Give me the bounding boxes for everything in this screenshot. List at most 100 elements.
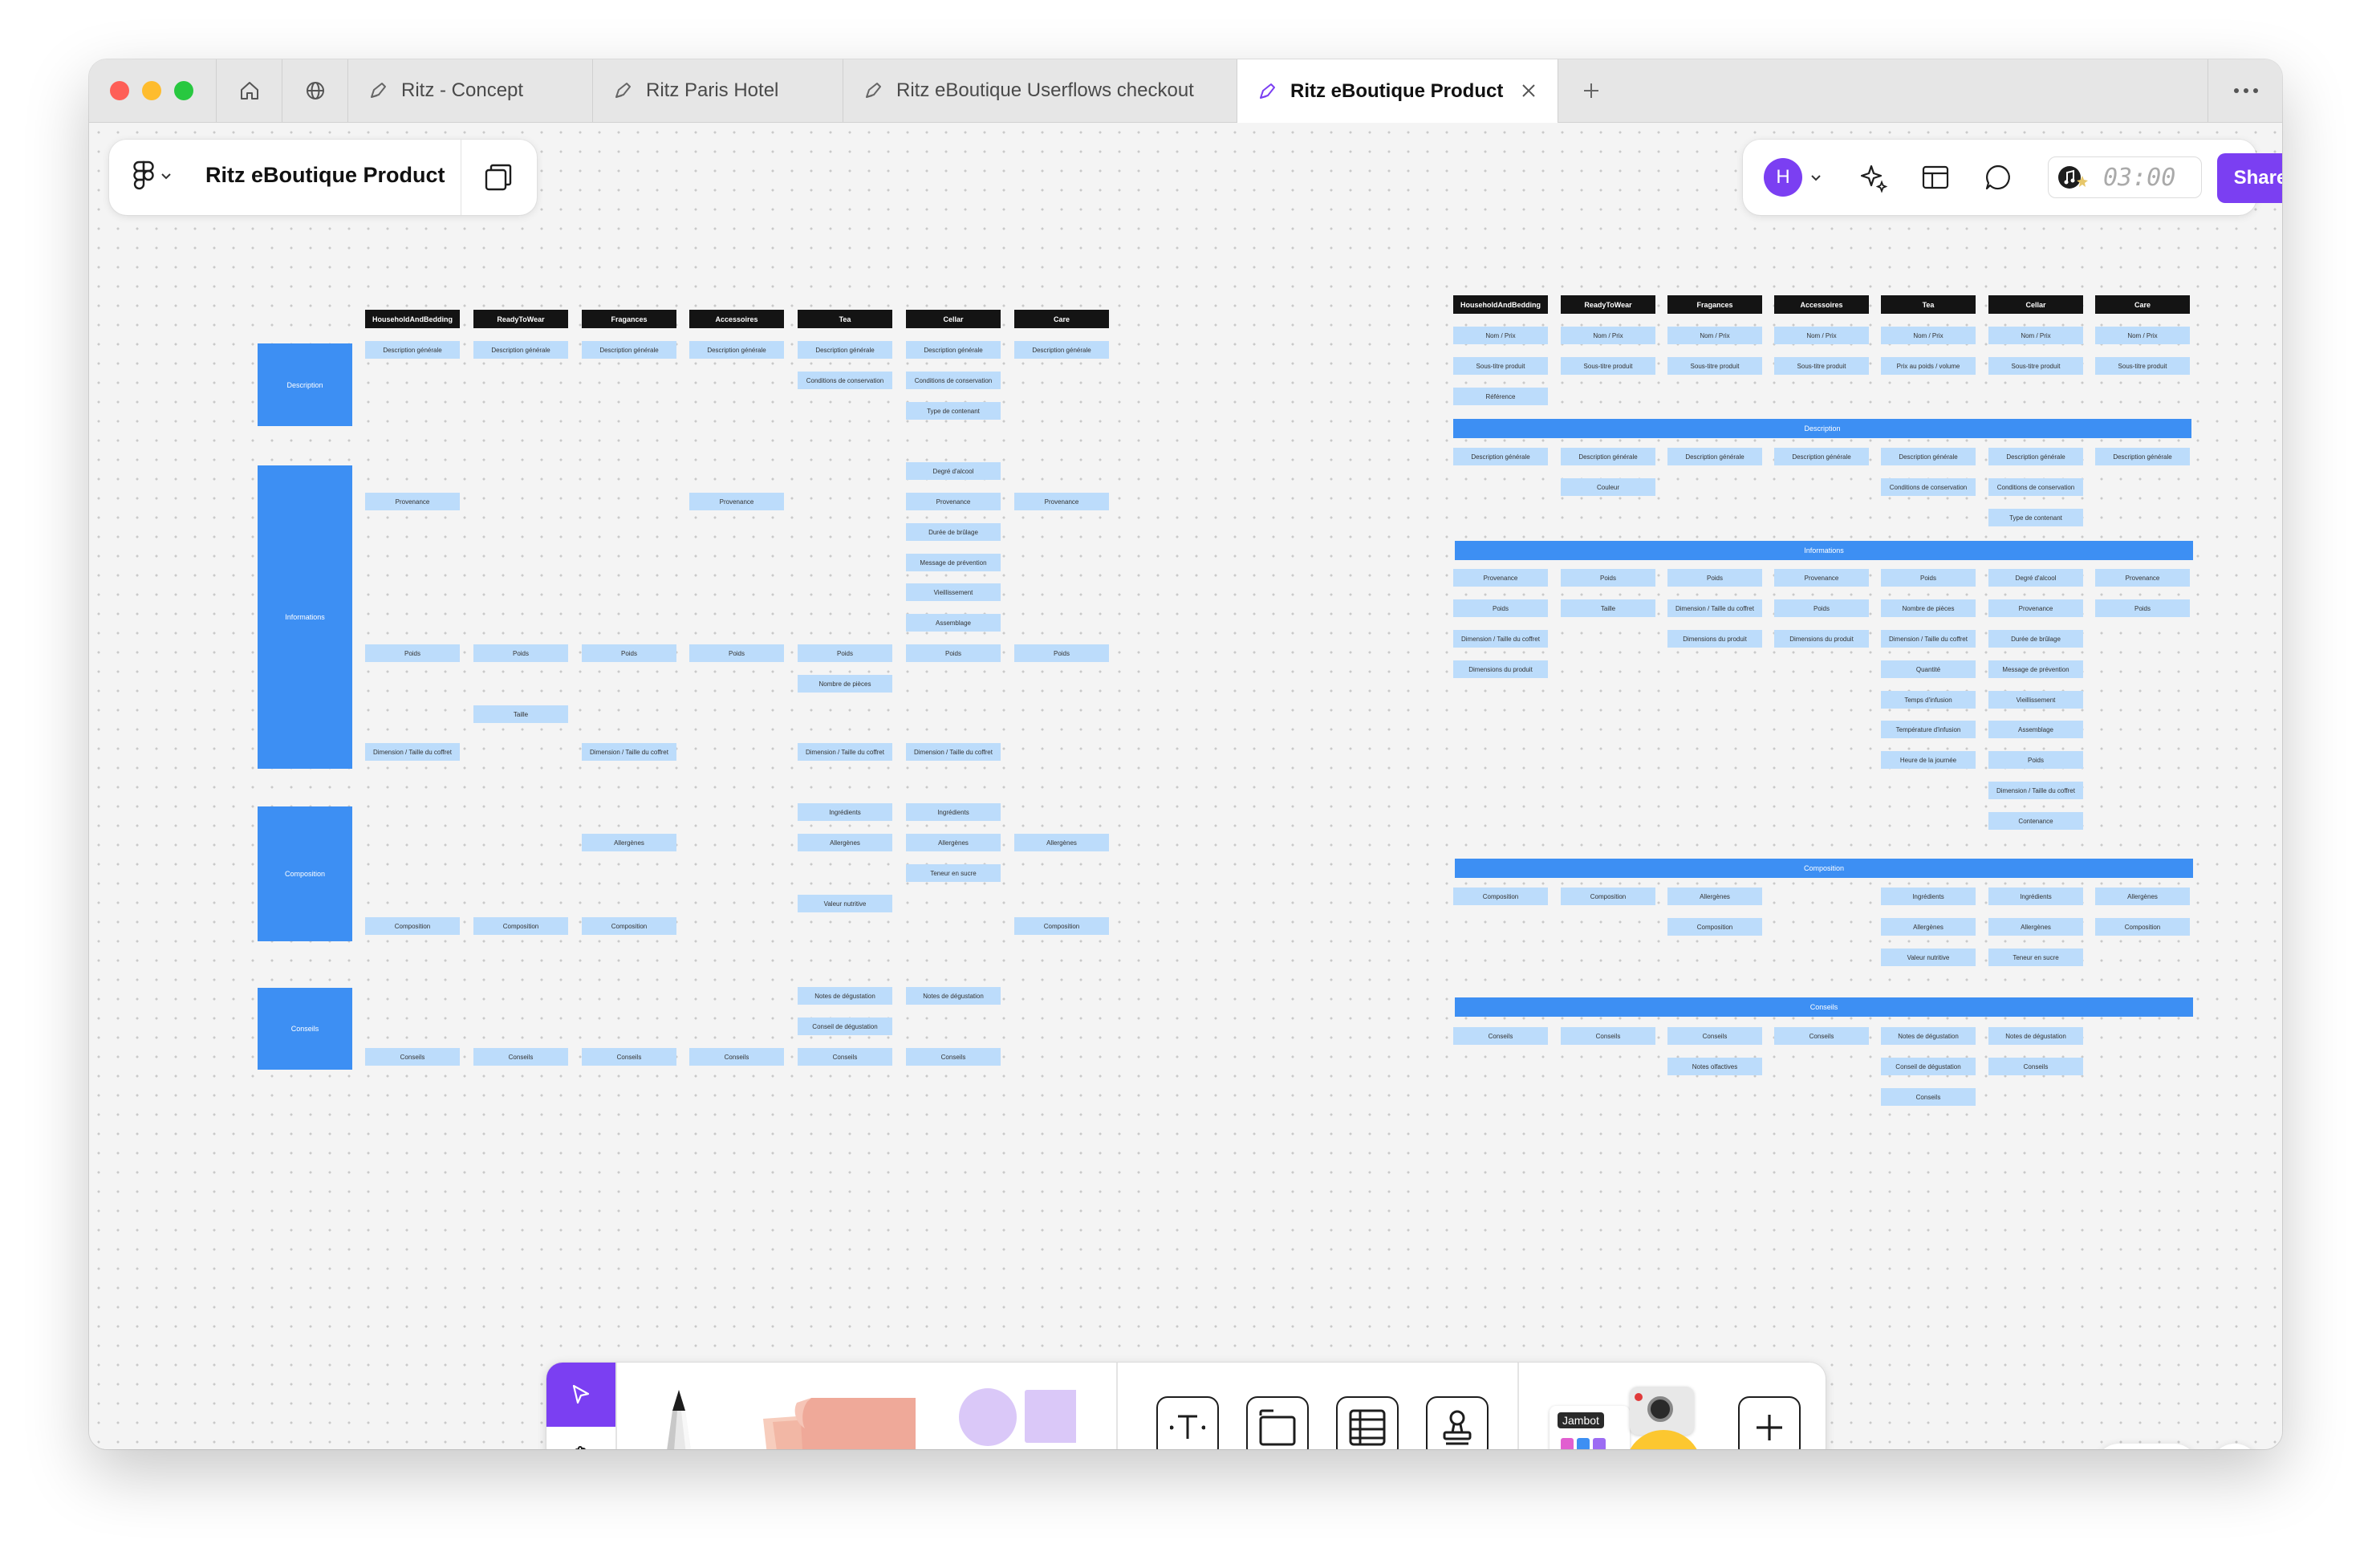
avatar[interactable]: H xyxy=(1764,158,1802,197)
sticky-cell[interactable]: Conseils xyxy=(582,1048,676,1066)
pages-button[interactable] xyxy=(483,162,514,193)
sticky-cell[interactable]: Composition xyxy=(1561,888,1655,905)
timer-button[interactable]: 03:00 xyxy=(2048,156,2202,198)
tab-ritz-concept[interactable]: Ritz - Concept xyxy=(347,59,592,122)
main-menu-button[interactable] xyxy=(133,160,172,191)
move-tool-button[interactable] xyxy=(546,1363,615,1427)
sticky-cell[interactable]: Description générale xyxy=(1988,448,2083,465)
sticky-cell[interactable]: Composition xyxy=(473,917,568,935)
sticky-cell[interactable]: Message de prévention xyxy=(906,554,1001,571)
sticky-cell[interactable]: Conseil de dégustation xyxy=(1881,1058,1976,1075)
sticky-cell[interactable]: Poids xyxy=(1988,751,2083,769)
sticky-cell[interactable]: Référence xyxy=(1453,388,1548,405)
sticky-cell[interactable]: Allergènes xyxy=(582,834,676,851)
sticky-cell[interactable]: Conseils xyxy=(473,1048,568,1066)
sticky-cell[interactable]: Nom / Prix xyxy=(1561,327,1655,344)
sticky-cell[interactable]: Nom / Prix xyxy=(2095,327,2190,344)
tab-ritz-eboutique-userflows[interactable]: Ritz eBoutique Userflows checkout xyxy=(843,59,1237,122)
hand-tool-button[interactable] xyxy=(546,1427,615,1449)
section-tool-button[interactable] xyxy=(1246,1396,1309,1449)
sticky-cell[interactable]: Conditions de conservation xyxy=(1881,478,1976,496)
sticky-cell[interactable]: Allergènes xyxy=(2095,888,2190,905)
sticky-cell[interactable]: Allergènes xyxy=(1881,918,1976,936)
sticky-cell[interactable]: Durée de brûlage xyxy=(906,523,1001,541)
board-canvas[interactable]: Ritz eBoutique Product H 03:00 Share Hou… xyxy=(89,123,2282,1449)
sticky-cell[interactable]: Dimension / Taille du coffret xyxy=(1667,599,1762,617)
sticky-cell[interactable]: Nom / Prix xyxy=(1988,327,2083,344)
sticky-cell[interactable]: Quantité xyxy=(1881,660,1976,678)
file-title[interactable]: Ritz eBoutique Product xyxy=(205,163,445,188)
sticky-cell[interactable]: Description générale xyxy=(1774,448,1869,465)
sticky-cell[interactable]: Dimensions du produit xyxy=(1667,630,1762,648)
close-window-button[interactable] xyxy=(110,81,129,100)
sticky-cell[interactable]: Composition xyxy=(1667,918,1762,936)
sticky-cell[interactable]: Sous-titre produit xyxy=(1667,357,1762,375)
sticky-cell[interactable]: Heure de la journée xyxy=(1881,751,1976,769)
marker-tool-button[interactable] xyxy=(655,1387,703,1449)
table-tool-button[interactable] xyxy=(1336,1396,1399,1449)
sticky-cell[interactable]: Notes olfactives xyxy=(1667,1058,1762,1075)
sticky-cell[interactable]: Description générale xyxy=(906,341,1001,359)
sticky-cell[interactable]: Ingrédients xyxy=(798,803,892,821)
sticky-cell[interactable]: Provenance xyxy=(1988,599,2083,617)
more-options-button[interactable] xyxy=(2208,59,2282,122)
sticky-note-tool-button[interactable] xyxy=(755,1387,920,1449)
sticky-cell[interactable]: Allergènes xyxy=(906,834,1001,851)
sticky-cell[interactable]: Composition xyxy=(1014,917,1109,935)
sticky-cell[interactable]: Degré d'alcool xyxy=(906,462,1001,480)
sticky-cell[interactable]: Conditions de conservation xyxy=(1988,478,2083,496)
sticky-cell[interactable]: Conseils xyxy=(1453,1027,1548,1045)
sticky-cell[interactable]: Provenance xyxy=(2095,569,2190,587)
sticky-cell[interactable]: Conseils xyxy=(1881,1088,1976,1106)
sticky-cell[interactable]: Description générale xyxy=(1881,448,1976,465)
sticky-cell[interactable]: Poids xyxy=(1881,569,1976,587)
sticky-cell[interactable]: Conseils xyxy=(1774,1027,1869,1045)
sticky-cell[interactable]: Description générale xyxy=(582,341,676,359)
sticky-cell[interactable]: Poids xyxy=(689,644,784,662)
sticky-cell[interactable]: Taille xyxy=(1561,599,1655,617)
sticky-cell[interactable]: Nom / Prix xyxy=(1774,327,1869,344)
sticky-cell[interactable]: Ingrédients xyxy=(1988,888,2083,905)
share-button[interactable]: Share xyxy=(2217,153,2282,203)
sticky-cell[interactable]: Sous-titre produit xyxy=(1774,357,1869,375)
sticky-cell[interactable]: Dimension / Taille du coffret xyxy=(906,743,1001,761)
sticky-cell[interactable]: Notes de dégustation xyxy=(1988,1027,2083,1045)
home-button[interactable] xyxy=(216,59,282,122)
sticky-cell[interactable]: Assemblage xyxy=(906,614,1001,632)
widgets-tool-button[interactable]: Jambot xyxy=(1550,1387,1710,1449)
sticky-cell[interactable]: Description générale xyxy=(1667,448,1762,465)
sticky-cell[interactable]: Nombre de pièces xyxy=(798,675,892,693)
sticky-cell[interactable]: Provenance xyxy=(1453,569,1548,587)
sticky-cell[interactable]: Type de contenant xyxy=(906,402,1001,420)
sticky-cell[interactable]: Description générale xyxy=(473,341,568,359)
sticky-cell[interactable]: Poids xyxy=(1561,569,1655,587)
sticky-cell[interactable]: Description générale xyxy=(1014,341,1109,359)
stamp-tool-button[interactable] xyxy=(1426,1396,1489,1449)
sticky-cell[interactable]: Composition xyxy=(2095,918,2190,936)
sticky-cell[interactable]: Description générale xyxy=(365,341,460,359)
sticky-cell[interactable]: Poids xyxy=(906,644,1001,662)
sticky-cell[interactable]: Nombre de pièces xyxy=(1881,599,1976,617)
sticky-cell[interactable]: Composition xyxy=(365,917,460,935)
sticky-cell[interactable]: Dimension / Taille du coffret xyxy=(1453,630,1548,648)
sticky-cell[interactable]: Conseils xyxy=(798,1048,892,1066)
sticky-cell[interactable]: Message de prévention xyxy=(1988,660,2083,678)
help-button[interactable]: ? xyxy=(2211,1444,2259,1449)
sticky-cell[interactable]: Provenance xyxy=(1014,493,1109,510)
sticky-cell[interactable]: Description générale xyxy=(1453,448,1548,465)
sticky-cell[interactable]: Conseils xyxy=(1988,1058,2083,1075)
sticky-cell[interactable]: Provenance xyxy=(365,493,460,510)
close-tab-icon[interactable] xyxy=(1519,81,1538,100)
sticky-cell[interactable]: Provenance xyxy=(1774,569,1869,587)
new-tab-button[interactable] xyxy=(1558,59,1624,122)
chevron-down-icon[interactable] xyxy=(1810,172,1822,183)
sticky-cell[interactable]: Contenance xyxy=(1988,812,2083,830)
sticky-cell[interactable]: Conseil de dégustation xyxy=(798,1018,892,1035)
sticky-cell[interactable]: Poids xyxy=(365,644,460,662)
sticky-cell[interactable]: Nom / Prix xyxy=(1453,327,1548,344)
shape-tool-button[interactable] xyxy=(956,1387,1076,1449)
sticky-cell[interactable]: Sous-titre produit xyxy=(1453,357,1548,375)
maximize-window-button[interactable] xyxy=(174,81,193,100)
comment-icon[interactable] xyxy=(1984,163,2013,192)
sticky-cell[interactable]: Dimensions du produit xyxy=(1453,660,1548,678)
